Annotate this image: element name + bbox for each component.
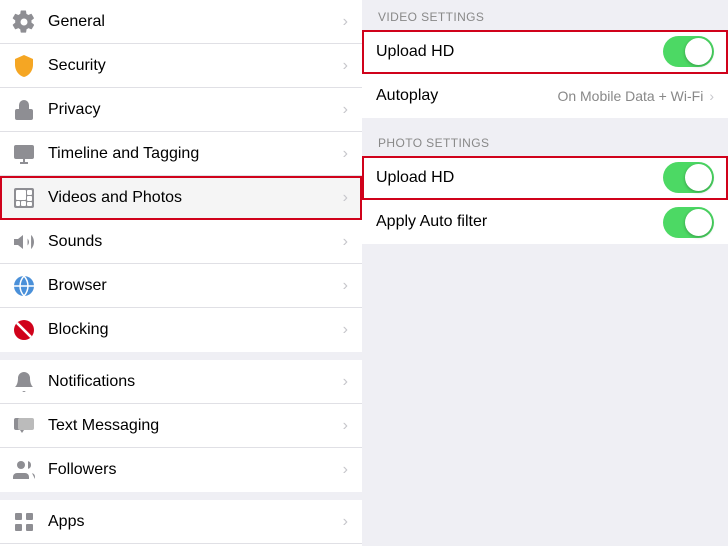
settings-row-video-upload-hd[interactable]: Upload HD <box>362 30 728 74</box>
settings-row-auto-filter[interactable]: Apply Auto filter <box>362 200 728 244</box>
chevron-right-icon: › <box>343 189 348 207</box>
menu-item-privacy[interactable]: Privacy› <box>0 88 362 132</box>
menu-item-security[interactable]: Security› <box>0 44 362 88</box>
toggle-knob-video-upload-hd <box>685 38 712 65</box>
menu-item-label-timeline: Timeline and Tagging <box>48 145 343 163</box>
menu-item-label-browser: Browser <box>48 277 343 295</box>
chevron-right-icon: › <box>343 57 348 75</box>
gear-icon <box>10 8 38 36</box>
browser-icon <box>10 272 38 300</box>
menu-item-label-apps: Apps <box>48 513 343 531</box>
menu-item-label-sounds: Sounds <box>48 233 343 251</box>
menu-item-general[interactable]: General› <box>0 0 362 44</box>
chevron-right-icon: › <box>343 13 348 31</box>
chevron-right-icon: › <box>343 101 348 119</box>
menu-item-label-textsms: Text Messaging <box>48 417 343 435</box>
settings-label-photo-upload-hd: Upload HD <box>376 169 663 187</box>
apps-icon <box>10 508 38 536</box>
settings-group-photo-settings: Upload HD Apply Auto filter <box>362 156 728 244</box>
blocking-icon <box>10 316 38 344</box>
chevron-right-icon: › <box>343 461 348 479</box>
menu-item-textsms[interactable]: Text Messaging› <box>0 404 362 448</box>
privacy-icon <box>10 96 38 124</box>
settings-label-autoplay: Autoplay <box>376 87 557 105</box>
menu-item-notifications[interactable]: Notifications› <box>0 360 362 404</box>
menu-item-label-videos: Videos and Photos <box>48 189 343 207</box>
chevron-right-icon: › <box>343 513 348 531</box>
menu-item-label-blocking: Blocking <box>48 321 343 339</box>
menu-item-blocking[interactable]: Blocking› <box>0 308 362 352</box>
chevron-right-icon: › <box>343 145 348 163</box>
settings-value-autoplay: On Mobile Data + Wi-Fi <box>557 88 703 104</box>
menu-item-label-notifications: Notifications <box>48 373 343 391</box>
toggle-video-upload-hd[interactable] <box>663 36 714 67</box>
followers-icon <box>10 456 38 484</box>
settings-row-photo-upload-hd[interactable]: Upload HD <box>362 156 728 200</box>
chevron-right-icon: › <box>343 233 348 251</box>
chevron-right-icon: › <box>343 373 348 391</box>
settings-label-auto-filter: Apply Auto filter <box>376 213 663 231</box>
menu-item-label-security: Security <box>48 57 343 75</box>
chevron-right-icon: › <box>343 277 348 295</box>
timeline-icon <box>10 140 38 168</box>
right-panel: VIDEO SETTINGS Upload HD AutoplayOn Mobile… <box>362 0 728 546</box>
chevron-right-icon: › <box>343 321 348 339</box>
menu-item-videos[interactable]: Videos and Photos› <box>0 176 362 220</box>
menu-section-group2: Notifications›Text Messaging›Followers› <box>0 360 362 492</box>
video-icon <box>10 184 38 212</box>
notif-icon <box>10 368 38 396</box>
menu-section-group1: General›Security›Privacy›Timeline and Ta… <box>0 0 362 352</box>
menu-item-label-followers: Followers <box>48 461 343 479</box>
section-title-video-settings: VIDEO SETTINGS <box>362 0 728 30</box>
settings-label-video-upload-hd: Upload HD <box>376 43 663 61</box>
menu-item-label-privacy: Privacy <box>48 101 343 119</box>
settings-section-video-settings: VIDEO SETTINGS Upload HD AutoplayOn Mobile… <box>362 0 728 118</box>
sms-icon <box>10 412 38 440</box>
toggle-auto-filter[interactable] <box>663 207 714 238</box>
menu-section-group3: Apps›Ads› <box>0 500 362 546</box>
toggle-photo-upload-hd[interactable] <box>663 162 714 193</box>
settings-group-video-settings: Upload HD AutoplayOn Mobile Data + Wi-Fi › <box>362 30 728 118</box>
toggle-knob-auto-filter <box>685 209 712 236</box>
settings-row-autoplay[interactable]: AutoplayOn Mobile Data + Wi-Fi › <box>362 74 728 118</box>
menu-item-browser[interactable]: Browser› <box>0 264 362 308</box>
menu-item-label-general: General <box>48 13 343 31</box>
sounds-icon <box>10 228 38 256</box>
menu-item-followers[interactable]: Followers› <box>0 448 362 492</box>
chevron-right-icon: › <box>709 88 714 104</box>
menu-item-timeline[interactable]: Timeline and Tagging› <box>0 132 362 176</box>
chevron-right-icon: › <box>343 417 348 435</box>
left-panel: General›Security›Privacy›Timeline and Ta… <box>0 0 362 546</box>
settings-section-photo-settings: PHOTO SETTINGS Upload HD Apply Auto filter <box>362 126 728 244</box>
menu-item-sounds[interactable]: Sounds› <box>0 220 362 264</box>
menu-item-apps[interactable]: Apps› <box>0 500 362 544</box>
section-title-photo-settings: PHOTO SETTINGS <box>362 126 728 156</box>
toggle-knob-photo-upload-hd <box>685 164 712 191</box>
shield-icon <box>10 52 38 80</box>
